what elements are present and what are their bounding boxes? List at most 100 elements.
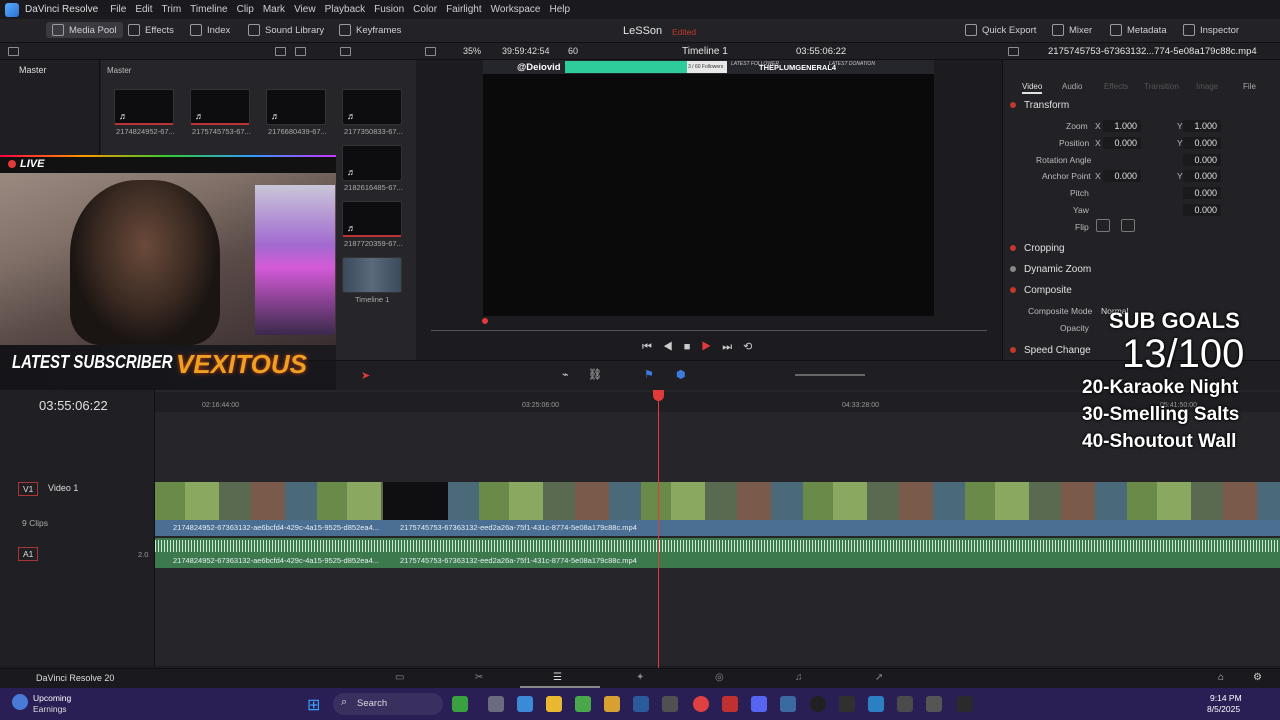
fusion-page-icon[interactable]: ✦	[636, 672, 644, 683]
menu-clip[interactable]: Clip	[237, 4, 254, 15]
media-clip-2[interactable]: ♬	[190, 89, 250, 125]
tab-image[interactable]: Image	[1196, 82, 1218, 91]
menu-workspace[interactable]: Workspace	[491, 4, 541, 15]
taskbar-app-icon[interactable]	[897, 696, 913, 712]
media-pool-button[interactable]: Media Pool	[46, 22, 123, 38]
audio-track[interactable]: 2174824952-67363132-ae6bcfd4-429c-4a15-9…	[155, 538, 1280, 568]
clock-time[interactable]: 9:14 PM	[1210, 693, 1242, 703]
inspector-toggle-icon[interactable]	[1008, 47, 1019, 56]
taskbar-app-icon[interactable]	[604, 696, 620, 712]
transform-section[interactable]: Transform	[1010, 100, 1069, 111]
composite-section[interactable]: Composite	[1010, 285, 1072, 296]
enable-dot-icon[interactable]	[1010, 102, 1016, 108]
sound-library-button[interactable]: Sound Library	[248, 24, 324, 36]
media-clip-1[interactable]: ♬	[114, 89, 174, 125]
play-reverse-icon[interactable]: ◀	[663, 341, 684, 353]
menu-view[interactable]: View	[294, 4, 316, 15]
menu-playback[interactable]: Playback	[325, 4, 366, 15]
yaw-field[interactable]: 0.000	[1183, 204, 1221, 216]
timeline-playhead[interactable]	[658, 392, 659, 668]
flip-horizontal-icon[interactable]	[1096, 219, 1110, 232]
viewer-scrubber[interactable]	[431, 330, 987, 331]
resolve-taskbar-icon[interactable]	[957, 696, 973, 712]
tab-effects[interactable]: Effects	[1104, 82, 1128, 91]
taskbar-app-icon[interactable]	[452, 696, 468, 712]
taskbar-app-icon[interactable]	[780, 696, 796, 712]
tab-audio[interactable]: Audio	[1062, 82, 1082, 91]
panel-toggle-icon[interactable]	[8, 47, 19, 56]
inspector-button[interactable]: Inspector	[1183, 24, 1239, 36]
media-clip-6[interactable]: ♬	[342, 201, 402, 237]
enable-dot-icon[interactable]	[1010, 266, 1016, 272]
marker-icon[interactable]: ⬢	[676, 368, 686, 381]
weather-icon[interactable]	[12, 694, 28, 710]
file-explorer-icon[interactable]	[546, 696, 562, 712]
discord-icon[interactable]	[751, 696, 767, 712]
loop-icon[interactable]: ⟲	[743, 341, 763, 353]
tab-video[interactable]: Video	[1022, 82, 1043, 94]
pitch-field[interactable]: 0.000	[1183, 187, 1221, 199]
settings-icon[interactable]: ⚙	[1253, 672, 1262, 683]
fairlight-page-icon[interactable]: ♫	[795, 672, 803, 683]
a1-track-label[interactable]: A1	[18, 547, 39, 561]
stop-icon[interactable]: ■	[684, 341, 702, 353]
viewer-frame[interactable]	[483, 60, 934, 316]
speed-change-section[interactable]: Speed Change	[1010, 345, 1091, 356]
taskbar-app-icon[interactable]	[662, 696, 678, 712]
tab-transition[interactable]: Transition	[1144, 82, 1179, 91]
clock-date[interactable]: 8/5/2025	[1207, 704, 1240, 714]
flip-vertical-icon[interactable]	[1121, 219, 1135, 232]
mixer-button[interactable]: Mixer	[1052, 24, 1092, 36]
link-icon[interactable]: ⛓	[588, 368, 602, 381]
enable-dot-icon[interactable]	[1010, 347, 1016, 353]
taskbar-app-icon[interactable]	[868, 696, 884, 712]
grid-view-icon[interactable]	[295, 47, 306, 56]
chrome-icon[interactable]	[693, 696, 709, 712]
skip-start-icon[interactable]: ⏮	[642, 341, 663, 353]
enable-dot-icon[interactable]	[1010, 245, 1016, 251]
quick-export-button[interactable]: Quick Export	[965, 24, 1036, 36]
dynamic-zoom-section[interactable]: Dynamic Zoom	[1010, 264, 1091, 275]
menu-fusion[interactable]: Fusion	[374, 4, 404, 15]
position-x-field[interactable]: 0.000	[1103, 137, 1141, 149]
taskbar-app-icon[interactable]	[517, 696, 533, 712]
taskbar-app-icon[interactable]	[633, 696, 649, 712]
zoom-slider[interactable]	[795, 374, 865, 376]
edit-page-icon[interactable]: ☰	[553, 672, 562, 683]
anchor-x-field[interactable]: 0.000	[1103, 170, 1141, 182]
v1-track-name[interactable]: Video 1	[48, 483, 78, 493]
play-icon[interactable]: ▶	[701, 341, 722, 353]
taskbar-search[interactable]: ⌕ Search	[333, 693, 443, 715]
menu-file[interactable]: File	[110, 4, 126, 15]
home-icon[interactable]: ⌂	[1218, 672, 1224, 683]
taskbar-app-icon[interactable]	[839, 696, 855, 712]
menu-help[interactable]: Help	[549, 4, 570, 15]
media-clip-5[interactable]: ♬	[342, 145, 402, 181]
cropping-section[interactable]: Cropping	[1010, 243, 1065, 254]
effects-button[interactable]: Effects	[128, 24, 174, 36]
menu-edit[interactable]: Edit	[135, 4, 152, 15]
playhead-handle[interactable]	[653, 390, 664, 401]
keyframes-button[interactable]: Keyframes	[339, 24, 401, 36]
media-clip-4[interactable]: ♬	[342, 89, 402, 125]
deliver-page-icon[interactable]: ➚	[875, 672, 883, 683]
menu-mark[interactable]: Mark	[263, 4, 285, 15]
cut-page-icon[interactable]: ✂	[475, 672, 483, 683]
menu-timeline[interactable]: Timeline	[190, 4, 227, 15]
metadata-button[interactable]: Metadata	[1110, 24, 1167, 36]
media-clip-3[interactable]: ♬	[266, 89, 326, 125]
black-clip-segment[interactable]	[383, 482, 448, 520]
viewer-playhead[interactable]	[482, 318, 488, 324]
bin-master[interactable]: Master	[0, 60, 99, 75]
search-icon[interactable]	[340, 47, 351, 56]
widget-subtitle[interactable]: Earnings	[33, 704, 67, 714]
position-y-field[interactable]: 0.000	[1183, 137, 1221, 149]
viewer-zoom[interactable]: 35%	[463, 46, 481, 56]
timeline-name[interactable]: Timeline 1	[682, 46, 728, 57]
video-clip-bar[interactable]: 2174824952-67363132-ae6bcfd4-429c-4a15-9…	[155, 520, 1280, 536]
viewer-layout-icon[interactable]	[425, 47, 436, 56]
tab-file[interactable]: File	[1243, 82, 1256, 91]
media-page-icon[interactable]: ▭	[395, 672, 404, 683]
v1-track-label[interactable]: V1	[18, 482, 39, 496]
menu-trim[interactable]: Trim	[162, 4, 182, 15]
